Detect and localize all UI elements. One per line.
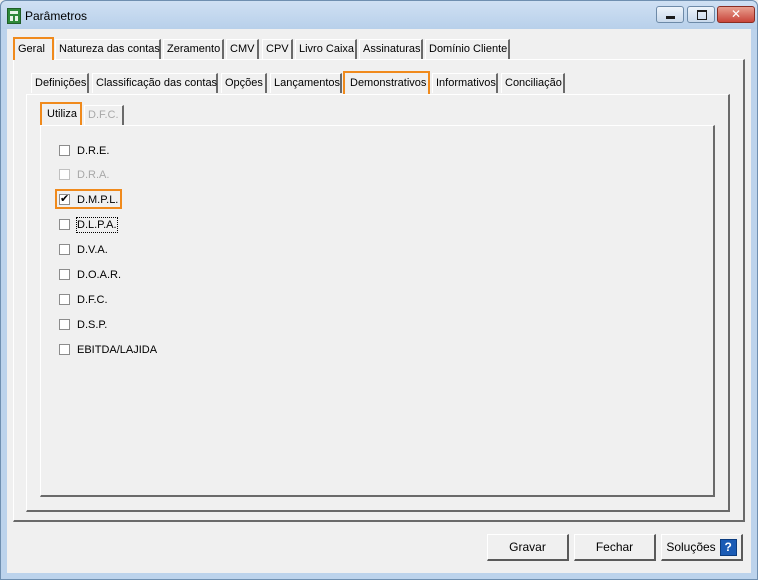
tab-lancamentos[interactable]: Lançamentos xyxy=(270,73,342,93)
checkbox-label: D.V.A. xyxy=(77,244,108,256)
tab-label: Opções xyxy=(225,77,263,89)
tab-label: Natureza das contas xyxy=(59,43,160,55)
checkbox-box[interactable] xyxy=(59,294,70,305)
checkbox-box[interactable] xyxy=(59,169,70,180)
checkbox-label: EBITDA/LAJIDA xyxy=(77,344,158,356)
button-label: Soluções xyxy=(666,540,716,554)
tab-label: Geral xyxy=(18,43,45,55)
checkbox-box[interactable] xyxy=(59,344,70,355)
checkbox-label: D.L.P.A. xyxy=(76,217,118,233)
checkbox-box[interactable] xyxy=(59,145,70,156)
tab-label: Informativos xyxy=(436,77,496,89)
tab-label: Zeramento xyxy=(167,43,221,55)
tab-label: Domínio Cliente xyxy=(429,43,508,55)
tab-label: Demonstrativos xyxy=(350,77,427,89)
checkbox-label: D.M.P.L. xyxy=(77,194,119,206)
tab-label: Conciliação xyxy=(505,77,562,89)
tab-conciliacao[interactable]: Conciliação xyxy=(501,73,565,93)
tab-geral[interactable]: Geral xyxy=(13,37,54,60)
tab-opcoes[interactable]: Opções xyxy=(221,73,267,93)
tab-utiliza[interactable]: Utiliza xyxy=(40,102,82,125)
solutions-button[interactable]: Soluções? xyxy=(661,534,743,561)
minimize-button[interactable] xyxy=(656,6,684,23)
checkbox-label: D.R.A. xyxy=(77,169,110,181)
tab-demonstrativos[interactable]: Demonstrativos xyxy=(343,71,430,94)
checkbox-label: D.S.P. xyxy=(77,319,108,331)
checkbox-box[interactable] xyxy=(59,319,70,330)
close-icon: ✕ xyxy=(730,7,742,21)
tab-assinaturas[interactable]: Assinaturas xyxy=(359,39,423,59)
calculator-icon xyxy=(7,8,21,24)
maximize-icon xyxy=(697,10,707,20)
tab-dfc[interactable]: D.F.C. xyxy=(84,105,124,125)
button-label: Fechar xyxy=(595,540,634,554)
checkbox-label: D.O.A.R. xyxy=(77,269,122,281)
checkbox-box[interactable] xyxy=(59,269,70,280)
tab-label: Classificação das contas xyxy=(96,77,218,89)
button-label: Gravar xyxy=(509,540,546,554)
maximize-button[interactable] xyxy=(687,6,715,23)
tab-cpv[interactable]: CPV xyxy=(262,39,293,59)
checkbox-box[interactable] xyxy=(59,219,70,230)
tab-label: Definições xyxy=(35,77,87,89)
tab-label: Assinaturas xyxy=(363,43,421,55)
window-title: Parâmetros xyxy=(25,9,88,23)
tab-label: Livro Caixa xyxy=(299,43,355,55)
tab-label: Lançamentos xyxy=(274,77,341,89)
title-bar[interactable]: Parâmetros ✕ xyxy=(1,1,757,29)
checkbox-box[interactable] xyxy=(59,244,70,255)
inner-tab-panel xyxy=(40,125,715,497)
checkbox-label: D.F.C. xyxy=(77,294,108,306)
checkbox-label: D.R.E. xyxy=(77,145,110,157)
close-window-button[interactable]: ✕ xyxy=(717,6,755,23)
tab-livro-caixa[interactable]: Livro Caixa xyxy=(295,39,357,59)
tab-natureza-das-contas[interactable]: Natureza das contas xyxy=(55,39,161,59)
help-icon: ? xyxy=(719,539,737,557)
tab-cmv[interactable]: CMV xyxy=(226,39,259,59)
tab-informativos[interactable]: Informativos xyxy=(432,73,498,93)
tab-label: Utiliza xyxy=(47,108,77,120)
checkbox-box[interactable] xyxy=(59,192,70,205)
tab-zeramento[interactable]: Zeramento xyxy=(163,39,224,59)
tab-label: CPV xyxy=(266,43,289,55)
close-button[interactable]: Fechar xyxy=(574,534,656,561)
minimize-icon xyxy=(666,16,675,19)
save-button[interactable]: Gravar xyxy=(487,534,569,561)
tab-classificacao-das-contas[interactable]: Classificação das contas xyxy=(92,73,218,93)
tab-dominio-cliente[interactable]: Domínio Cliente xyxy=(425,39,510,59)
tab-label: D.F.C. xyxy=(88,109,119,121)
tab-label: CMV xyxy=(230,43,255,55)
tab-definicoes[interactable]: Definições xyxy=(31,73,89,93)
